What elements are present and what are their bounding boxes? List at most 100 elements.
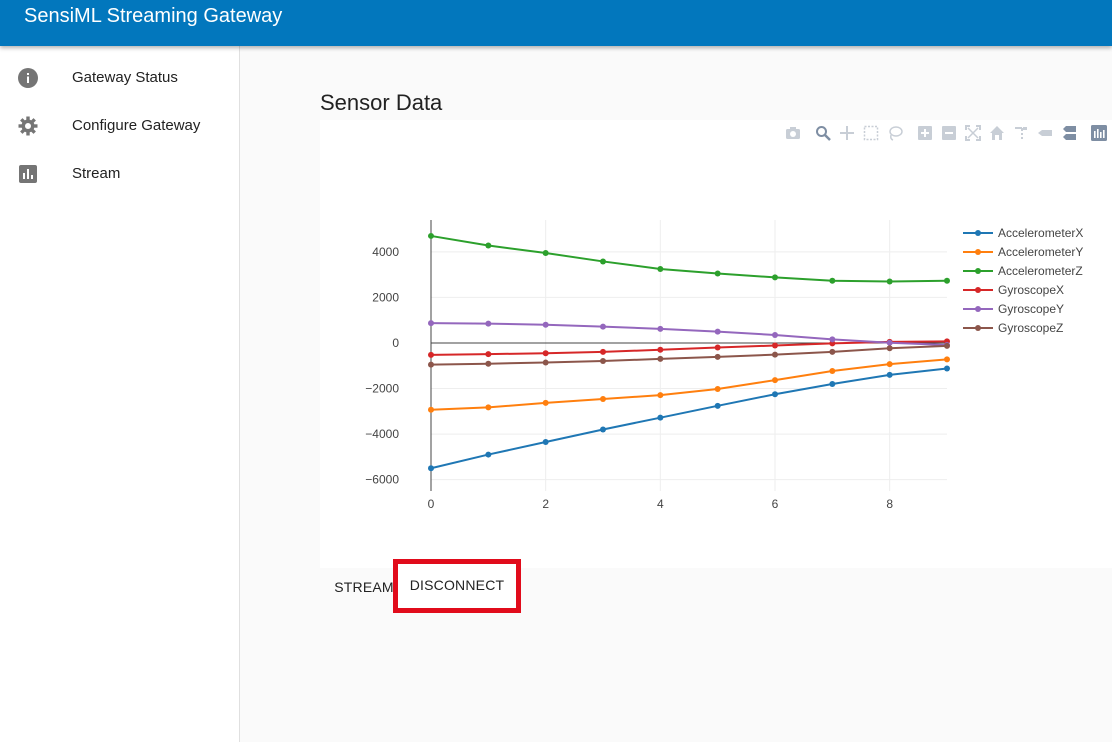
data-point — [600, 258, 606, 265]
data-point — [542, 359, 549, 366]
line-chart: −6000 −4000 −2000 0 2000 4000 0 2 4 6 8 Acceleromet… — [365, 220, 1083, 511]
data-point — [485, 242, 492, 249]
data-point — [542, 321, 549, 328]
data-point — [714, 344, 721, 351]
data-point — [657, 325, 664, 332]
legend-marker — [975, 249, 981, 255]
legend-label: GyroscopeX — [998, 283, 1064, 297]
x-tick-label: 6 — [772, 497, 779, 511]
legend-marker — [975, 306, 981, 312]
x-tick-label: 8 — [886, 497, 893, 511]
sidebar-item-stream[interactable]: Stream — [0, 150, 239, 198]
series-line — [430, 367, 948, 470]
data-point — [886, 371, 893, 378]
app-title: SensiML Streaming Gateway — [24, 5, 283, 27]
data-point — [886, 278, 893, 285]
series-line — [430, 358, 948, 411]
data-point — [485, 360, 492, 367]
data-point — [600, 323, 606, 330]
y-tick-label: 0 — [392, 336, 399, 350]
data-point — [428, 320, 434, 327]
data-point — [657, 265, 664, 272]
y-tick-label: −4000 — [365, 427, 399, 441]
data-point — [829, 348, 836, 355]
data-point — [542, 399, 549, 406]
y-tick-label: 4000 — [372, 245, 399, 259]
legend-marker — [975, 287, 981, 293]
data-point — [428, 406, 434, 413]
series-line — [430, 322, 948, 347]
data-point — [600, 426, 606, 433]
data-point — [772, 332, 778, 339]
data-point — [944, 277, 950, 284]
data-point — [772, 351, 778, 358]
data-point — [542, 439, 549, 446]
data-point — [714, 328, 721, 335]
data-point — [886, 361, 893, 368]
data-point — [485, 351, 492, 358]
data-point — [657, 414, 664, 421]
data-point — [886, 339, 893, 346]
data-point — [944, 356, 950, 363]
sidebar-item-gateway-status[interactable]: Gateway Status — [0, 54, 239, 102]
sidebar-item-label: Configure Gateway — [72, 117, 201, 134]
sidebar-item-label: Gateway Status — [72, 69, 178, 86]
data-point — [829, 336, 836, 343]
data-point — [485, 451, 492, 458]
data-point — [428, 351, 434, 358]
data-point — [772, 274, 778, 281]
app-bar: SensiML Streaming Gateway — [0, 0, 1112, 46]
disconnect-button-label: DISCONNECT — [409, 577, 505, 593]
data-point — [428, 465, 434, 472]
info-icon — [18, 68, 38, 88]
data-point — [944, 342, 950, 349]
stream-button[interactable]: STREAM — [330, 572, 398, 602]
data-point — [714, 270, 721, 277]
data-point — [600, 357, 606, 364]
y-tick-label: −6000 — [365, 473, 399, 487]
data-point — [886, 345, 893, 352]
legend-marker — [975, 230, 981, 236]
data-point — [600, 348, 606, 355]
data-point — [829, 277, 836, 284]
legend-label: AccelerometerY — [998, 245, 1083, 259]
data-point — [485, 404, 492, 411]
legend-label: GyroscopeY — [998, 302, 1064, 316]
data-point — [829, 380, 836, 387]
data-point — [657, 355, 664, 362]
sidebar: Gateway Status Configure Gateway Stream — [0, 46, 240, 742]
data-point — [657, 346, 664, 353]
disconnect-button[interactable]: DISCONNECT — [393, 559, 521, 613]
data-point — [600, 395, 606, 402]
data-point — [944, 365, 950, 372]
legend-label: AccelerometerX — [998, 226, 1083, 240]
legend-label: AccelerometerZ — [998, 264, 1083, 278]
y-tick-label: 2000 — [372, 290, 399, 304]
x-tick-label: 4 — [657, 497, 664, 511]
legend-marker — [975, 268, 981, 274]
y-tick-label: −2000 — [365, 382, 399, 396]
sidebar-item-configure-gateway[interactable]: Configure Gateway — [0, 102, 239, 150]
data-point — [772, 377, 778, 384]
data-point — [772, 342, 778, 349]
x-tick-label: 0 — [428, 497, 435, 511]
bar-chart-icon — [18, 164, 38, 184]
data-point — [542, 350, 549, 357]
data-point — [829, 367, 836, 374]
sensor-chart: −6000 −4000 −2000 0 2000 4000 0 2 4 6 8 Acceleromet… — [320, 120, 1112, 568]
gear-icon — [18, 116, 38, 136]
data-point — [428, 361, 434, 368]
data-point — [772, 391, 778, 398]
data-point — [714, 353, 721, 360]
data-point — [714, 385, 721, 392]
legend-label: GyroscopeZ — [998, 321, 1063, 335]
data-point — [485, 320, 492, 327]
data-point — [428, 232, 434, 239]
x-tick-label: 2 — [542, 497, 549, 511]
data-point — [714, 402, 721, 409]
data-point — [657, 392, 664, 399]
legend-marker — [975, 325, 981, 331]
series-line — [430, 234, 948, 283]
data-point — [542, 250, 549, 257]
sidebar-item-label: Stream — [72, 165, 121, 182]
